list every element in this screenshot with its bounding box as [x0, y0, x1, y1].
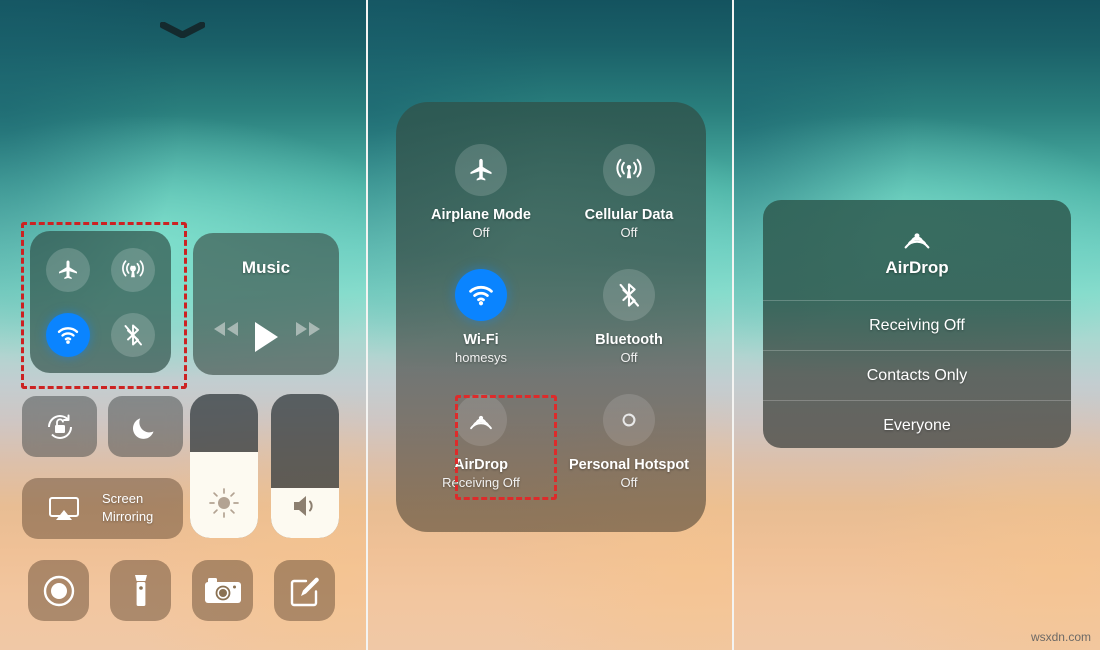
panel-divider-1 [366, 0, 368, 650]
screen-mirroring-label: Screen Mirroring [102, 490, 153, 526]
panel-airdrop-menu: AirDrop Receiving Off Contacts Only Ever… [734, 0, 1100, 650]
airplane-mode-status: Off [472, 225, 490, 240]
mirror-label-line2: Mirroring [102, 509, 154, 524]
hotspot-icon [622, 413, 636, 427]
wifi-item[interactable]: Wi-Fi homesys [416, 269, 546, 365]
panel-connectivity-expanded: Airplane Mode Off Cellular Data Off Wi-F… [368, 0, 732, 650]
watermark: wsxdn.com [1030, 630, 1091, 644]
airplay-icon [49, 497, 79, 520]
notes-button[interactable] [274, 560, 335, 621]
personal-hotspot-status: Off [620, 475, 638, 490]
notes-pencil-icon [290, 577, 319, 606]
moon-icon [132, 417, 153, 439]
personal-hotspot-circle[interactable] [603, 394, 655, 446]
bluetooth-status: Off [620, 350, 638, 365]
screenshot-stage: Music Screen Mirroring Airplane Mode Off… [0, 0, 1100, 650]
airdrop-option-receiving-off[interactable]: Receiving Off [763, 300, 1071, 350]
airdrop-menu-card: AirDrop Receiving Off Contacts Only Ever… [763, 200, 1071, 448]
cellular-data-label: Cellular Data [584, 207, 674, 223]
connectivity-highlight-box [21, 222, 187, 389]
airdrop-menu-title: AirDrop [885, 258, 949, 277]
cellular-antenna-icon [616, 158, 642, 179]
bluetooth-item[interactable]: Bluetooth Off [564, 269, 694, 365]
rewind-icon[interactable] [211, 320, 241, 338]
camera-button[interactable] [192, 560, 253, 621]
bluetooth-circle[interactable] [603, 269, 655, 321]
brightness-slider[interactable] [190, 394, 258, 538]
connectivity-expanded-card: Airplane Mode Off Cellular Data Off Wi-F… [396, 102, 706, 532]
airdrop-highlight-box [455, 395, 557, 500]
cellular-data-status: Off [620, 225, 638, 240]
rotation-lock-button[interactable] [22, 396, 97, 457]
do-not-disturb-button[interactable] [108, 396, 183, 457]
bluetooth-label: Bluetooth [595, 332, 663, 348]
fast-forward-icon[interactable] [293, 320, 323, 338]
screen-mirroring-button[interactable]: Screen Mirroring [22, 478, 183, 539]
airdrop-icon [904, 233, 930, 249]
airdrop-option-everyone[interactable]: Everyone [763, 400, 1071, 448]
panel-divider-2 [732, 0, 734, 650]
cellular-data-item[interactable]: Cellular Data Off [564, 144, 694, 240]
airdrop-menu-header: AirDrop [763, 200, 1071, 300]
bluetooth-off-icon [619, 283, 639, 307]
panel-control-center-left: Music Screen Mirroring [0, 0, 366, 650]
music-card[interactable]: Music [193, 233, 339, 375]
flashlight-button[interactable] [110, 560, 171, 621]
wifi-icon [469, 285, 493, 306]
music-title: Music [241, 258, 291, 277]
chevron-down-icon[interactable] [160, 22, 205, 38]
play-icon[interactable] [250, 320, 282, 354]
screen-recording-button[interactable] [28, 560, 89, 621]
rotation-lock-icon [47, 414, 72, 439]
flashlight-icon [134, 574, 147, 606]
airplane-mode-circle[interactable] [455, 144, 507, 196]
personal-hotspot-label: Personal Hotspot [568, 457, 690, 473]
mirror-label-line1: Screen [102, 491, 144, 506]
wifi-circle[interactable] [455, 269, 507, 321]
airdrop-option-contacts-only[interactable]: Contacts Only [763, 350, 1071, 400]
record-icon [43, 575, 74, 606]
speaker-icon [294, 496, 313, 516]
airplane-icon [470, 158, 492, 181]
cellular-data-circle[interactable] [603, 144, 655, 196]
sun-icon [209, 488, 239, 518]
wifi-status: homesys [454, 350, 508, 365]
camera-icon [204, 577, 241, 603]
wifi-label: Wi-Fi [463, 332, 499, 348]
volume-slider[interactable] [271, 394, 339, 538]
airplane-mode-label: Airplane Mode [431, 207, 531, 223]
airplane-mode-item[interactable]: Airplane Mode Off [416, 144, 546, 240]
personal-hotspot-item[interactable]: Personal Hotspot Off [564, 394, 694, 490]
